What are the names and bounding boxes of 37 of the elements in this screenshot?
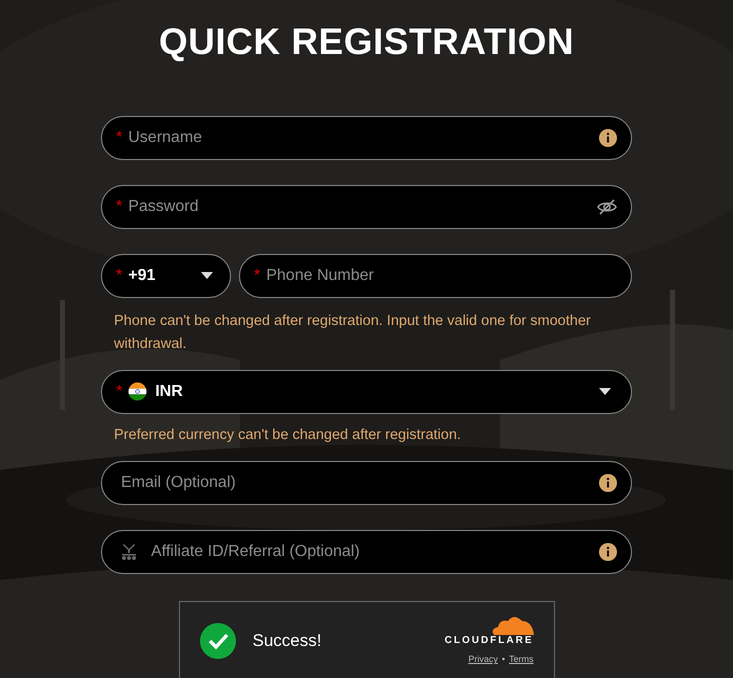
password-field[interactable]: * Password [101, 184, 632, 228]
caret-icon [201, 272, 213, 279]
info-icon [599, 542, 617, 560]
caret-icon [599, 388, 611, 395]
brand-text: CLOUDFLARE [444, 635, 534, 648]
currency-select[interactable]: * INR [101, 370, 632, 414]
status-text: Success! [252, 630, 322, 652]
country-code-text: +91 [128, 266, 156, 286]
required-mark: * [116, 130, 122, 146]
check-icon [200, 623, 236, 659]
placeholder-text: Affiliate ID/Referral (Optional) [151, 542, 361, 562]
terms-link[interactable]: Terms [509, 653, 534, 667]
placeholder-text: Phone Number [266, 266, 374, 286]
hint-text: Preferred currency can't be changed after registration. [113, 426, 462, 444]
placeholder-text: Password [128, 196, 200, 216]
network-icon [121, 542, 137, 560]
input-field[interactable]: Email (Optional) [101, 460, 632, 504]
phone-number-field[interactable]: * Phone Number [239, 254, 632, 298]
eye-slash-icon[interactable] [597, 198, 617, 216]
placeholder-text: Username [128, 128, 204, 148]
flag-icon [128, 382, 148, 401]
placeholder-text: Email (Optional) [121, 472, 237, 492]
page-title: QUICK REGISTRATION [158, 20, 574, 64]
required-mark: * [116, 268, 122, 284]
input-field[interactable]: Affiliate ID/Referral (Optional) [101, 530, 632, 574]
privacy-link[interactable]: Privacy [468, 653, 498, 667]
required-mark: * [116, 198, 122, 214]
country-code-select[interactable]: * +91 [101, 254, 231, 298]
required-mark: * [116, 384, 122, 400]
info-icon [599, 474, 617, 492]
input-field[interactable]: * Username [101, 116, 632, 160]
currency-text: INR [155, 382, 184, 402]
info-icon [599, 128, 617, 146]
separator-text: • [502, 653, 505, 666]
required-mark: * [254, 268, 260, 284]
cloud-logo-icon [490, 615, 534, 636]
hint-text: Phone can't be changed after registration. Input the valid one for smoother withdrawal. [113, 312, 592, 354]
